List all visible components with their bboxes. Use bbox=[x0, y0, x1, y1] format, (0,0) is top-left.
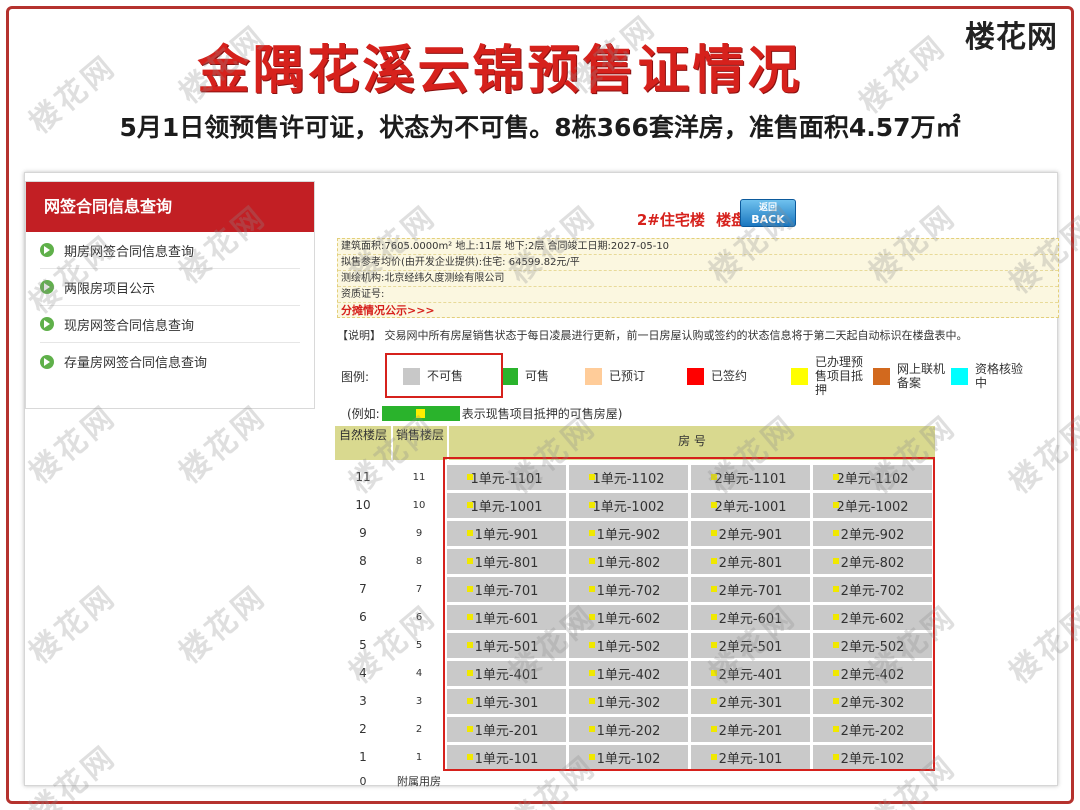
legend-item-online-filing: 网上联机备案 bbox=[873, 362, 951, 390]
page-subtitle: 5月1日领预售许可证，状态为不可售。8栋366套洋房，准售面积4.57万㎡ bbox=[119, 113, 961, 142]
legend-swatch bbox=[791, 367, 808, 385]
table-header: 自然楼层 销售楼层 房 号 bbox=[335, 426, 937, 460]
legend-item-signed: 已签约 bbox=[687, 367, 791, 385]
header-sales-floor: 销售楼层 bbox=[393, 426, 447, 460]
sales-floor-cell: 9 bbox=[415, 527, 423, 539]
highlight-box bbox=[443, 457, 935, 771]
back-button-label: 返回 bbox=[758, 203, 777, 213]
info-survey-line: 测绘机构:北京经纬久度测绘有限公司 bbox=[338, 271, 1058, 287]
legend-swatch bbox=[873, 367, 890, 385]
legend-item-reserved: 已预订 bbox=[585, 367, 687, 385]
natural-floor-cell: 1 bbox=[359, 750, 367, 764]
legend-example: (例如: 表示现售项目抵押的可售房屋) bbox=[347, 405, 622, 422]
allocation-link[interactable]: 分摊情况公示>>> bbox=[338, 303, 1058, 319]
legend-text: 已预订 bbox=[609, 369, 646, 383]
sidebar-item-label: 存量房网签合同信息查询 bbox=[64, 356, 208, 371]
back-button[interactable]: 返回 BACK bbox=[740, 199, 796, 227]
natural-floor-cell: 2 bbox=[359, 722, 367, 736]
natural-floor-cell: 0 bbox=[359, 774, 367, 788]
legend-text: 资格核验中 bbox=[975, 362, 1024, 390]
legend-swatch bbox=[951, 367, 968, 385]
building-name: 2#住宅楼 bbox=[636, 211, 705, 229]
natural-floor-cell: 5 bbox=[359, 638, 367, 652]
page-title: 金隅花溪云锦预售证情况 bbox=[197, 41, 803, 101]
arrow-bullet-icon bbox=[40, 354, 54, 369]
example-swatch bbox=[381, 406, 460, 421]
sidebar-item-label: 期房网签合同信息查询 bbox=[64, 244, 195, 260]
example-suffix: 表示现售项目抵押的可售房屋) bbox=[461, 407, 623, 421]
legend-text: 已办理预售项目抵押 bbox=[815, 355, 864, 397]
natural-floor-cell: 10 bbox=[355, 498, 371, 512]
sales-floor-cell: 2 bbox=[415, 723, 423, 735]
sales-floor-cell: 6 bbox=[415, 611, 423, 623]
sidebar-item-label: 现房网签合同信息查询 bbox=[64, 318, 195, 334]
sales-floor-cell: 附属用房 bbox=[397, 775, 441, 788]
sidebar-item-limited-housing[interactable]: 两限房项目公示 bbox=[40, 269, 300, 306]
legend-text: 网上联机备案 bbox=[897, 362, 946, 390]
building-title: 2#住宅楼 楼盘表 bbox=[333, 209, 1059, 230]
arrow-bullet-icon bbox=[40, 317, 54, 331]
legend-label: 图例: bbox=[341, 369, 370, 384]
info-cert-line: 资质证号: bbox=[338, 287, 1058, 303]
sales-floor-cell: 8 bbox=[415, 555, 423, 567]
screenshot-panel: 网签合同信息查询 期房网签合同信息查询 两限房项目公示 现房网签合同信息查询 存… bbox=[24, 172, 1059, 788]
arrow-bullet-icon bbox=[40, 243, 54, 257]
arrow-bullet-icon bbox=[40, 280, 54, 294]
sales-floor-cell: 4 bbox=[415, 667, 423, 679]
sidebar-item-existing-contract[interactable]: 现房网签合同信息查询 bbox=[40, 306, 300, 343]
sales-floor-cell: 11 bbox=[412, 471, 426, 483]
highlight-box bbox=[385, 353, 503, 398]
sidebar-item-presale-contract[interactable]: 期房网签合同信息查询 bbox=[40, 232, 300, 269]
building-info: 建筑面积:7605.0000m² 地上:11层 地下:2层 合同竣工日期:202… bbox=[337, 238, 1059, 318]
legend-swatch bbox=[585, 367, 602, 385]
sales-floor-cell: 7 bbox=[415, 583, 423, 595]
building-content: 2#住宅楼 楼盘表 返回 BACK 建筑面积:7605.0000m² 地上:11… bbox=[333, 173, 1059, 788]
sidebar-item-label: 两限房项目公示 bbox=[64, 281, 156, 297]
natural-floor-cell: 4 bbox=[359, 666, 367, 680]
legend-swatch bbox=[501, 367, 518, 385]
header-natural-floor: 自然楼层 bbox=[335, 426, 391, 460]
legend-text: 可售 bbox=[525, 369, 550, 383]
natural-floor-cell: 7 bbox=[359, 582, 367, 596]
sales-floor-cell: 3 bbox=[415, 695, 423, 707]
natural-floor-cell: 11 bbox=[355, 470, 371, 484]
update-note: 【说明】 交易网中所有房屋销售状态于每日凌晨进行更新，前一日房屋认购或签约的状态… bbox=[337, 329, 968, 342]
natural-floor-cell: 8 bbox=[359, 554, 367, 568]
legend-item-qualification: 资格核验中 bbox=[951, 362, 1023, 390]
sales-floor-cell: 5 bbox=[415, 639, 423, 651]
back-button-sub: BACK bbox=[751, 213, 785, 226]
header-room-number: 房 号 bbox=[449, 426, 935, 460]
info-price-line: 拟售参考均价(由开发企业提供):住宅: 64599.82元/平 bbox=[338, 255, 1058, 271]
natural-floor-cell: 3 bbox=[359, 694, 367, 708]
sidebar-item-resale-contract[interactable]: 存量房网签合同信息查询 bbox=[40, 343, 300, 380]
legend-item-mortgaged: 已办理预售项目抵押 bbox=[791, 355, 873, 397]
legend-swatch bbox=[687, 367, 704, 385]
natural-floor-cell: 9 bbox=[359, 526, 367, 540]
legend-text: 已签约 bbox=[711, 369, 748, 383]
example-prefix: (例如: bbox=[347, 407, 380, 421]
legend: 图例: 不可售 可售 已预订 已签约 已办理预售项目抵押 网上联机备案 资格核验… bbox=[341, 353, 1059, 399]
natural-floor-cell: 6 bbox=[359, 610, 367, 624]
sidebar: 网签合同信息查询 期房网签合同信息查询 两限房项目公示 现房网签合同信息查询 存… bbox=[25, 181, 315, 409]
sidebar-header: 网签合同信息查询 bbox=[26, 182, 314, 232]
sales-floor-cell: 1 bbox=[415, 751, 423, 763]
info-area-line: 建筑面积:7605.0000m² 地上:11层 地下:2层 合同竣工日期:202… bbox=[338, 239, 1058, 255]
table-row-basement: 0 附属用房 bbox=[335, 771, 935, 791]
sales-floor-cell: 10 bbox=[412, 499, 426, 511]
